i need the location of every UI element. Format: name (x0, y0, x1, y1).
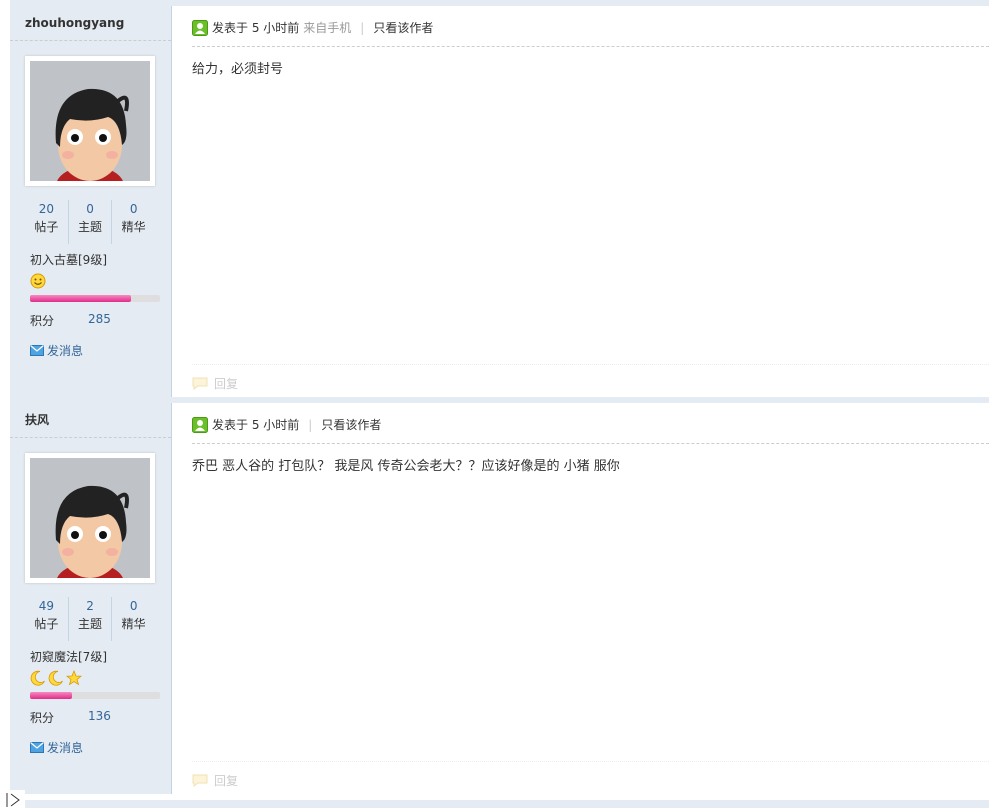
post-main: 发表于 5 小时前 | 只看该作者 乔巴 恶人谷的 打包队？ 我是风 传奇公会老… (172, 403, 989, 794)
credit: 积分 285 (30, 312, 160, 329)
stat-label: 主题 (78, 617, 103, 631)
send-message-link[interactable]: 发消息 (30, 342, 83, 359)
next-post-divider (10, 800, 989, 808)
send-message-link[interactable]: 发消息 (30, 739, 83, 756)
stat-posts[interactable]: 20 帖子 (25, 200, 69, 244)
reply-label: 回复 (214, 774, 239, 788)
avatar[interactable] (25, 453, 155, 583)
post-time: 发表于 5 小时前 (212, 418, 300, 432)
credit-label: 积分 (30, 314, 55, 328)
mail-icon (30, 742, 44, 753)
only-author-link[interactable]: 只看该作者 (373, 18, 433, 38)
stat-value: 0 (86, 202, 94, 216)
stat-digest[interactable]: 0 精华 (112, 597, 155, 641)
meta-separator: | (308, 418, 313, 432)
stat-label: 主题 (78, 220, 103, 234)
user-rank: 初入古墓[9级] (30, 253, 107, 267)
mail-icon (30, 345, 44, 356)
post-source: 来自手机 (303, 21, 352, 35)
reply-button[interactable]: 回复 (192, 772, 238, 789)
post-footer-divider (192, 761, 989, 763)
stat-threads[interactable]: 2 主题 (69, 597, 113, 641)
stat-digest[interactable]: 0 精华 (112, 200, 155, 244)
credit-label: 积分 (30, 711, 55, 725)
rank-progress-bar (30, 295, 160, 302)
avatar[interactable] (25, 56, 155, 186)
rank-progress-bar (30, 692, 160, 699)
stat-value: 0 (129, 599, 138, 613)
stat-label: 精华 (121, 220, 146, 234)
user-online-icon (192, 417, 208, 433)
user-rank: 初窥魔法[7级] (30, 650, 107, 664)
reply-button[interactable]: 回复 (192, 375, 238, 392)
stat-label: 帖子 (34, 220, 59, 234)
stat-value: 20 (38, 202, 54, 216)
meta-separator: | (360, 21, 365, 35)
expand-arrow-icon (6, 793, 20, 807)
send-message-label: 发消息 (47, 741, 84, 755)
reply-label: 回复 (214, 377, 239, 391)
stat-value: 2 (86, 599, 94, 613)
author-username[interactable]: 扶风 (10, 403, 171, 438)
moon-icon (30, 670, 45, 686)
send-message-label: 发消息 (47, 344, 84, 358)
post-content: 乔巴 恶人谷的 打包队？ 我是风 传奇公会老大？？应该好像是的 小猪 服你 (192, 459, 620, 474)
post: zhouhongyang 20 帖子 0 主题 0 精华 初入古墓[9级] 积分… (10, 0, 989, 397)
reply-icon (192, 774, 208, 787)
stat-posts[interactable]: 49 帖子 (25, 597, 69, 641)
stat-threads[interactable]: 0 主题 (69, 200, 113, 244)
post-meta: 发表于 5 小时前 | 只看该作者 (192, 415, 989, 444)
post-content: 给力，必须封号 (192, 62, 284, 77)
credit: 积分 136 (30, 709, 160, 726)
stat-label: 精华 (121, 617, 146, 631)
author-username[interactable]: zhouhongyang (10, 6, 171, 41)
only-author-link[interactable]: 只看该作者 (321, 415, 381, 435)
rank-progress-fill (30, 692, 72, 699)
rank-icons (30, 670, 82, 686)
author-stats: 49 帖子 2 主题 0 精华 (25, 597, 155, 641)
expand-toggle-button[interactable] (0, 790, 25, 808)
author-sidebar: 扶风 49 帖子 2 主题 0 精华 初窥魔法[7级] 积分 136 发消息 (10, 403, 172, 794)
credit-value[interactable]: 285 (88, 312, 111, 326)
rank-progress-fill (30, 295, 132, 302)
stat-value: 49 (38, 599, 54, 613)
reply-icon (192, 377, 208, 390)
thread-page: zhouhongyang 20 帖子 0 主题 0 精华 初入古墓[9级] 积分… (10, 0, 989, 808)
avatar-image (30, 61, 150, 181)
credit-value[interactable]: 136 (88, 709, 111, 723)
post-time: 发表于 5 小时前 (212, 21, 300, 35)
avatar-image (30, 458, 150, 578)
smiley-icon (30, 273, 46, 289)
rank-icons (30, 273, 46, 289)
post-main: 发表于 5 小时前 来自手机 | 只看该作者 给力，必须封号 回复 (172, 6, 989, 397)
user-online-icon (192, 20, 208, 36)
post-footer-divider (192, 364, 989, 366)
author-sidebar: zhouhongyang 20 帖子 0 主题 0 精华 初入古墓[9级] 积分… (10, 6, 172, 397)
moon-icon (48, 670, 63, 686)
post: 扶风 49 帖子 2 主题 0 精华 初窥魔法[7级] 积分 136 发消息 发… (10, 397, 989, 794)
star-icon (66, 670, 82, 686)
post-meta: 发表于 5 小时前 来自手机 | 只看该作者 (192, 18, 989, 47)
author-stats: 20 帖子 0 主题 0 精华 (25, 200, 155, 244)
stat-value: 0 (129, 202, 138, 216)
stat-label: 帖子 (34, 617, 59, 631)
